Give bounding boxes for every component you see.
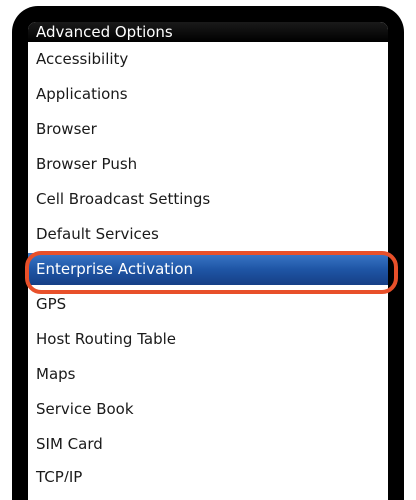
device-screen: Advanced Options Accessibility Applicati… bbox=[28, 22, 388, 500]
menu-item-enterprise-activation[interactable]: Enterprise Activation bbox=[28, 253, 388, 285]
menu-item-accessibility[interactable]: Accessibility bbox=[28, 42, 388, 77]
options-list: Accessibility Applications Browser Brows… bbox=[28, 42, 388, 482]
menu-item-tcp-ip[interactable]: TCP/IP bbox=[28, 462, 388, 482]
menu-item-host-routing-table[interactable]: Host Routing Table bbox=[28, 322, 388, 357]
screen-title: Advanced Options bbox=[28, 22, 388, 42]
menu-item-maps[interactable]: Maps bbox=[28, 357, 388, 392]
menu-item-sim-card[interactable]: SIM Card bbox=[28, 427, 388, 462]
menu-item-service-book[interactable]: Service Book bbox=[28, 392, 388, 427]
menu-item-applications[interactable]: Applications bbox=[28, 77, 388, 112]
menu-item-cell-broadcast-settings[interactable]: Cell Broadcast Settings bbox=[28, 182, 388, 217]
screenshot: Advanced Options Accessibility Applicati… bbox=[0, 0, 416, 500]
menu-item-default-services[interactable]: Default Services bbox=[28, 217, 388, 252]
menu-item-gps[interactable]: GPS bbox=[28, 287, 388, 322]
menu-item-browser[interactable]: Browser bbox=[28, 112, 388, 147]
menu-item-browser-push[interactable]: Browser Push bbox=[28, 147, 388, 182]
